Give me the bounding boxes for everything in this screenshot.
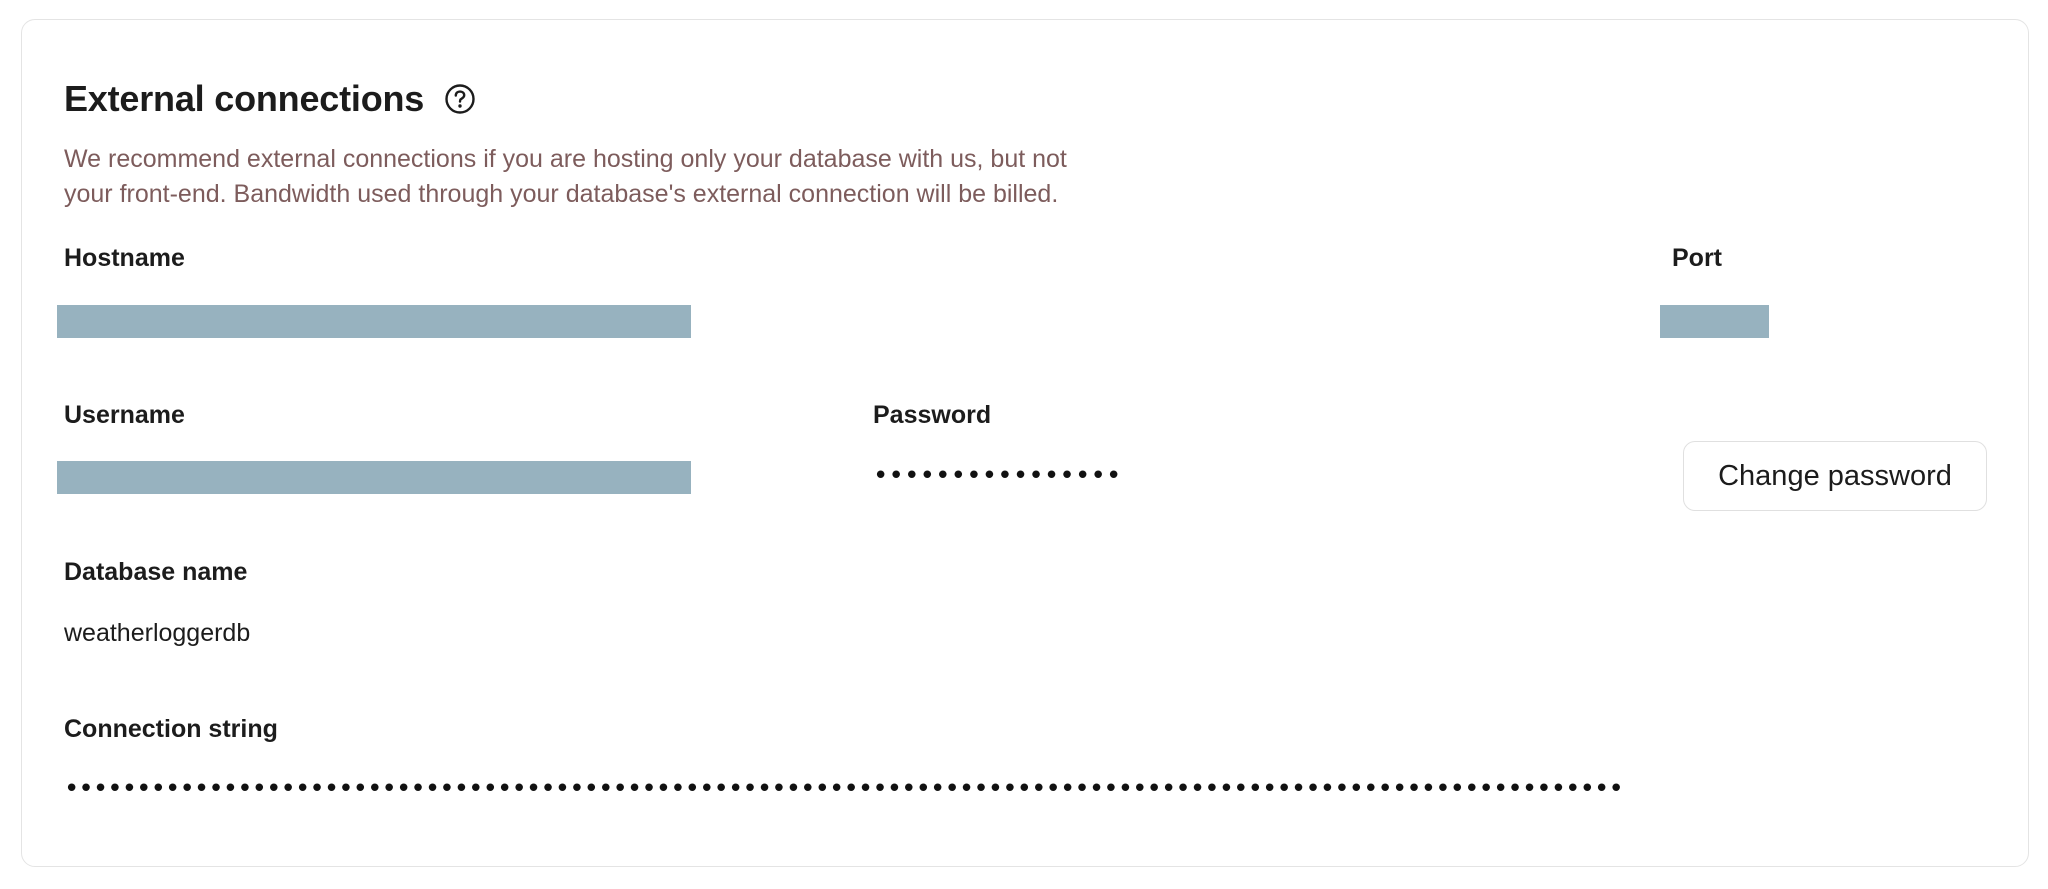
change-password-button[interactable]: Change password — [1683, 441, 1987, 511]
username-value-redacted[interactable] — [57, 461, 691, 494]
description-line-2: your front-end. Bandwidth used through y… — [64, 180, 1059, 208]
hostname-value-redacted[interactable] — [57, 305, 691, 338]
database-name-value[interactable]: weatherloggerdb — [64, 619, 250, 648]
description-line-1: We recommend external connections if you… — [64, 145, 1067, 173]
username-label: Username — [64, 401, 185, 429]
section-title: External connections — [64, 78, 425, 119]
section-header: External connections — [64, 74, 476, 124]
connection-string-value-masked[interactable]: ••••••••••••••••••••••••••••••••••••••••… — [64, 774, 1624, 804]
port-value-redacted[interactable] — [1660, 305, 1769, 338]
section-description: We recommend external connections if you… — [64, 142, 1184, 212]
connection-string-label: Connection string — [64, 715, 278, 743]
hostname-label: Hostname — [64, 244, 185, 272]
question-circle-icon[interactable] — [444, 83, 476, 115]
password-label: Password — [873, 401, 992, 429]
database-name-label: Database name — [64, 558, 248, 586]
port-label: Port — [1672, 244, 1722, 272]
password-value-masked[interactable]: •••••••••••••••• — [873, 461, 1122, 491]
